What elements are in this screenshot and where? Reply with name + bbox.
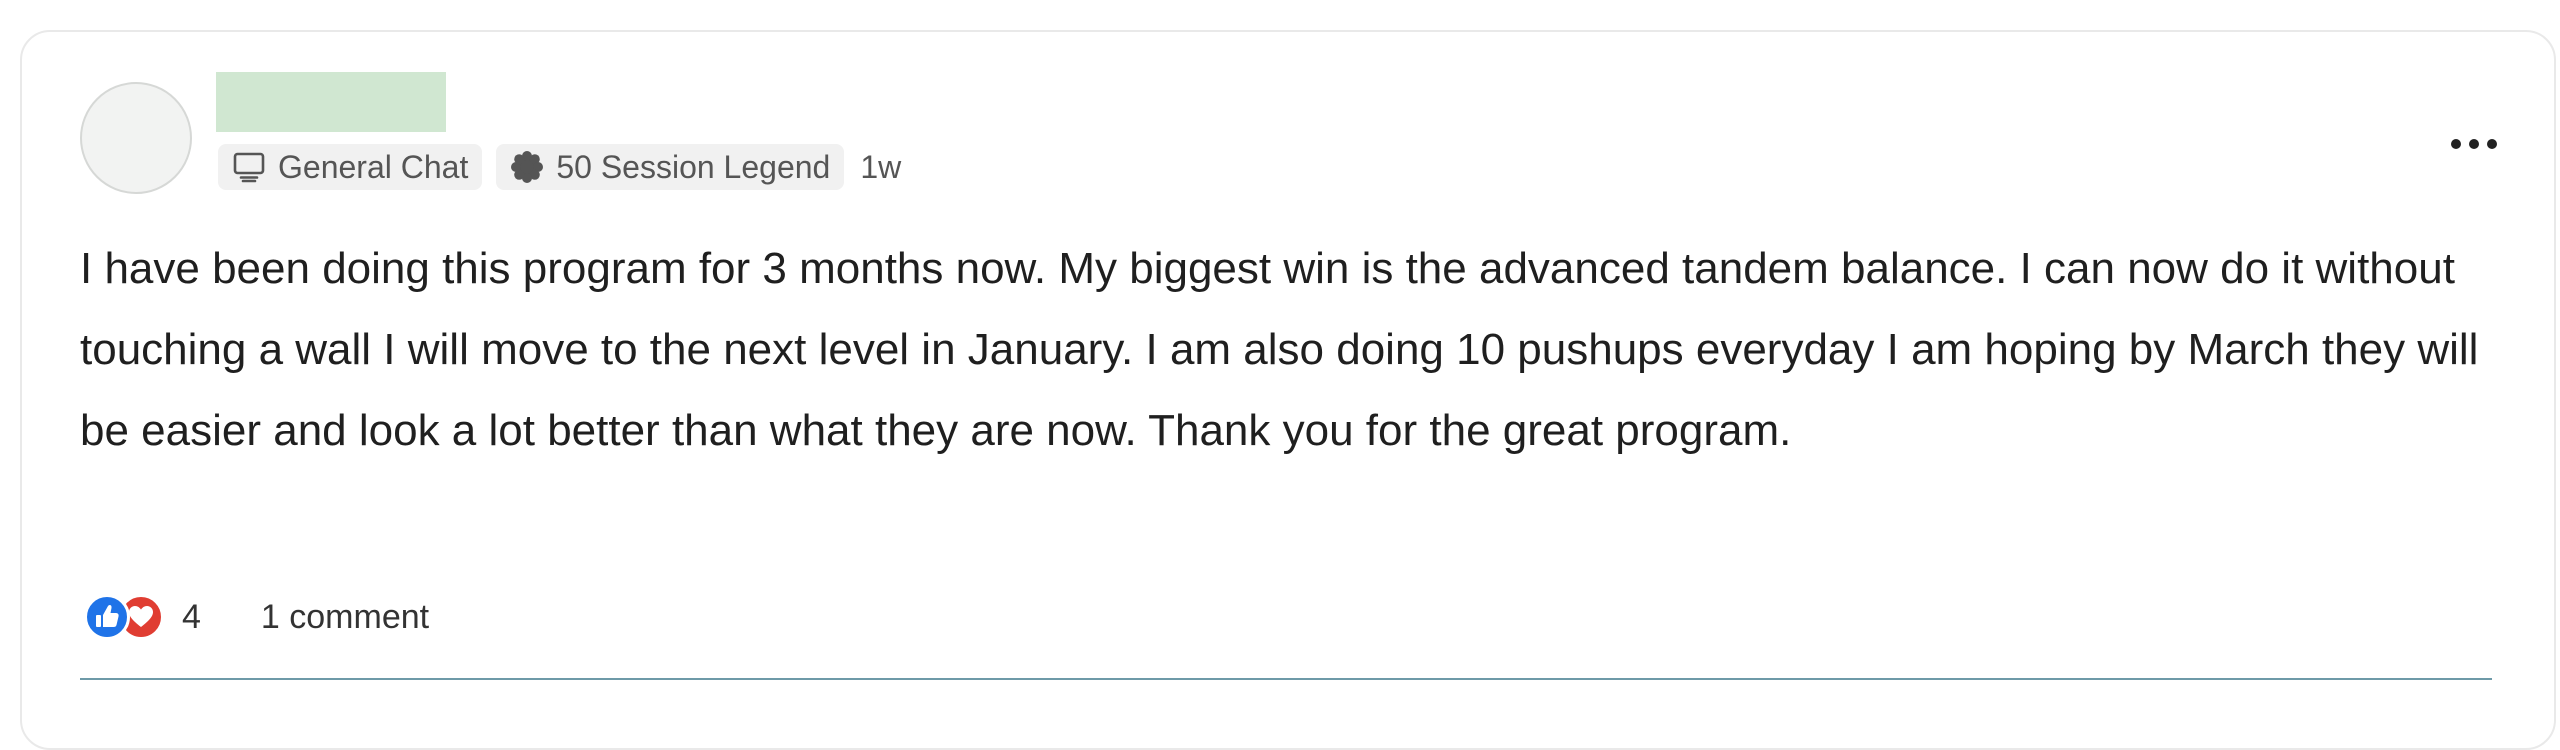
reactions-bar: 4 1 comment bbox=[84, 592, 429, 642]
reaction-icons[interactable] bbox=[84, 592, 172, 642]
reaction-count[interactable]: 4 bbox=[182, 598, 201, 637]
badge-label: 50 Session Legend bbox=[556, 148, 831, 185]
channel-label: General Chat bbox=[278, 148, 469, 185]
comment-count-link[interactable]: 1 comment bbox=[261, 598, 429, 637]
post-meta: General Chat 50 Session Legend 1w bbox=[218, 144, 901, 190]
divider bbox=[80, 678, 2492, 680]
badge-seal-icon bbox=[508, 148, 546, 186]
badge-chip: 50 Session Legend bbox=[496, 144, 845, 190]
channel-chip[interactable]: General Chat bbox=[218, 144, 483, 190]
author-name-redacted[interactable] bbox=[216, 72, 446, 132]
chat-screen-icon bbox=[230, 148, 268, 186]
post-body: I have been doing this program for 3 mon… bbox=[80, 244, 2479, 455]
more-options-button[interactable] bbox=[2444, 124, 2504, 164]
avatar[interactable] bbox=[80, 82, 192, 194]
post-time: 1w bbox=[860, 148, 902, 185]
ellipsis-icon bbox=[2451, 139, 2497, 149]
post-card: General Chat 50 Session Legend 1w I have… bbox=[20, 30, 2556, 750]
like-icon bbox=[84, 594, 130, 640]
